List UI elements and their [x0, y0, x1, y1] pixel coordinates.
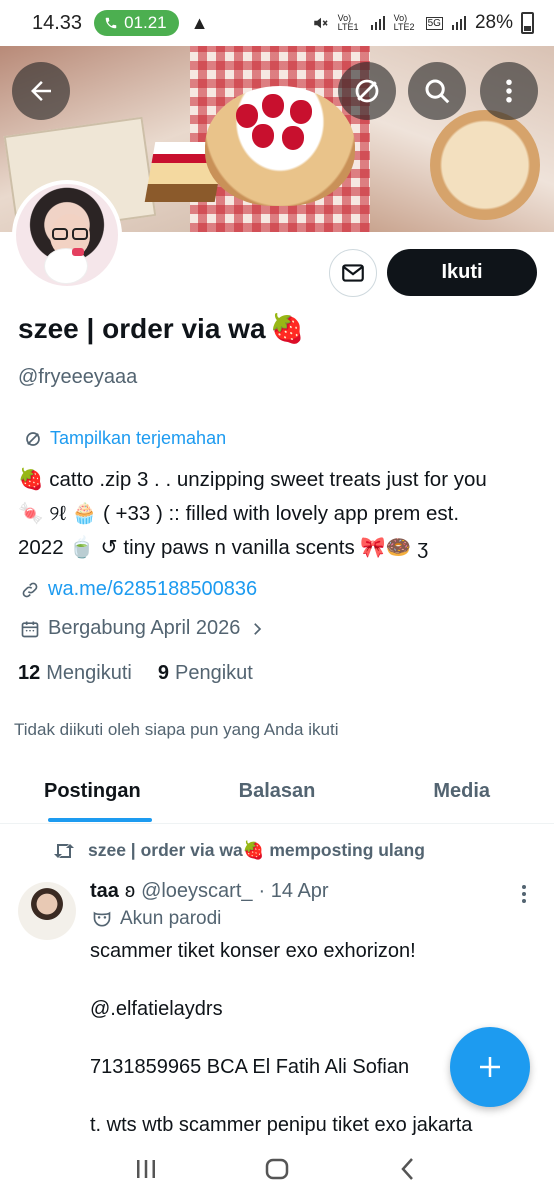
repost-text: szee | order via wa🍓 memposting ulang — [88, 840, 425, 860]
repost-icon — [54, 843, 74, 858]
bio-line: 🍬 ୨ℓ 🧁 ( +33 ) :: filled with lovely app… — [18, 502, 460, 525]
tab-replies[interactable]: Balasan — [185, 760, 370, 823]
profile-website[interactable]: wa.me/6285188500836 — [20, 578, 257, 601]
banner-strawberry — [262, 94, 284, 118]
more-options-button[interactable] — [480, 62, 538, 120]
sim1-label: Vo) LTE1 — [337, 13, 359, 32]
phone-icon — [105, 17, 117, 29]
following-count: 12 — [18, 662, 41, 684]
avatar-glasses — [52, 228, 68, 240]
more-vertical-icon — [506, 79, 512, 103]
profile-bio: 🍓 catto .zip 3 . . unzipping sweet treat… — [18, 463, 538, 565]
parody-text: Akun parodi — [120, 908, 222, 929]
joined-date: Bergabung April 2026 — [48, 617, 241, 639]
post-header: taa ʚ @loeyscart_ · 14 Apr — [90, 880, 329, 903]
mask-icon — [93, 911, 111, 927]
profile-tabs: Postingan Balasan Media — [0, 760, 554, 824]
warning-icon: ▲ — [190, 12, 209, 33]
post-line: 7131859965 BCA El Fatih Ali Sofian — [90, 1056, 410, 1078]
banner-strawberry — [290, 100, 312, 124]
strawberry-emoji: 🍓 — [269, 313, 305, 344]
back-button[interactable] — [12, 62, 70, 120]
sim2-label: Vo) LTE2 — [393, 13, 415, 32]
signal-icon — [451, 16, 466, 30]
parody-label: Akun parodi — [92, 908, 221, 930]
not-followed-note: Tidak diikuti oleh siapa pun yang Anda i… — [14, 720, 339, 739]
status-right: Vo) LTE1 Vo) LTE2 5G 28% — [312, 12, 534, 34]
back-icon[interactable] — [393, 1154, 423, 1184]
translate-off-icon — [26, 431, 40, 446]
profile-name-text: szee | order via wa — [18, 312, 266, 344]
follow-stats: 12 Mengikuti 9 Pengikut — [18, 662, 253, 685]
mute-icon — [313, 17, 328, 29]
plus-icon — [480, 1057, 500, 1077]
post-author-avatar[interactable] — [18, 882, 76, 940]
translate-toggle-button[interactable] — [338, 62, 396, 120]
post-line: t. wts wtb scammer penipu tiket exo jaka… — [90, 1114, 473, 1136]
avatar-bow — [72, 248, 84, 256]
following-stat[interactable]: 12 Mengikuti — [18, 662, 132, 685]
signal-icon — [370, 16, 385, 30]
system-nav-bar — [0, 1138, 554, 1200]
translate-bio-link[interactable]: Tampilkan terjemahan — [24, 428, 226, 449]
banner-strawberry — [236, 104, 258, 128]
bio-line: 🍓 catto .zip 3 . . unzipping sweet treat… — [18, 468, 487, 491]
translate-off-icon — [355, 79, 379, 103]
repost-indicator[interactable]: szee | order via wa🍓 memposting ulang — [52, 840, 425, 861]
search-button[interactable] — [408, 62, 466, 120]
post-author-handle[interactable]: @loeyscart_ — [141, 880, 252, 903]
follow-button[interactable]: Ikuti — [387, 249, 537, 296]
calendar-icon — [21, 621, 39, 637]
recent-apps-icon[interactable] — [131, 1154, 161, 1184]
call-indicator[interactable]: 01.21 — [94, 10, 179, 36]
translate-label: Tampilkan terjemahan — [50, 428, 227, 448]
banner-pie — [430, 110, 540, 220]
post-date: · 14 Apr — [258, 880, 329, 902]
avatar-glasses — [72, 228, 88, 240]
post-line: scammer tiket konser exo exhorizon! — [90, 940, 416, 962]
profile-handle: @fryeeeyaaa — [18, 366, 138, 388]
followers-label: Pengikut — [174, 662, 253, 684]
post-line: @.elfatielaydrs — [90, 998, 223, 1020]
home-icon[interactable] — [262, 1154, 292, 1184]
followers-count: 9 — [157, 662, 169, 684]
author-badge: ʚ — [124, 880, 136, 902]
battery-icon — [521, 12, 534, 34]
profile-joined[interactable]: Bergabung April 2026 — [20, 617, 266, 640]
arrow-left-icon — [31, 81, 51, 101]
profile-avatar[interactable] — [12, 180, 122, 290]
banner-strawberry — [282, 126, 304, 150]
bio-line: 2022 🍵 ↺ tiny paws n vanilla scents 🎀🍩 ʒ — [18, 536, 429, 559]
profile-name: szee | order via wa 🍓 — [18, 312, 304, 345]
more-vertical-icon[interactable] — [516, 883, 532, 905]
link-icon — [22, 582, 38, 597]
mail-icon — [342, 264, 364, 282]
chevron-right-icon — [254, 622, 262, 635]
followers-stat[interactable]: 9 Pengikut — [158, 662, 253, 685]
status-time: 14.33 — [32, 11, 83, 34]
search-icon — [425, 79, 450, 104]
website-link[interactable]: wa.me/6285188500836 — [48, 578, 257, 601]
active-tab-indicator — [48, 818, 152, 822]
tab-media[interactable]: Media — [369, 760, 554, 823]
banner-strawberry — [252, 124, 274, 148]
battery-percent: 28% — [474, 12, 513, 33]
post-author-name[interactable]: taa — [90, 880, 119, 903]
following-label: Mengikuti — [46, 662, 132, 684]
message-button[interactable] — [329, 249, 377, 297]
compose-button[interactable] — [450, 1027, 530, 1107]
network-label: 5G — [425, 16, 443, 30]
status-bar: 14.33 01.21 ▲ Vo) LTE1 Vo) LTE2 5G 28% — [0, 0, 554, 46]
call-timer: 01.21 — [124, 13, 167, 32]
tab-posts[interactable]: Postingan — [0, 760, 185, 823]
